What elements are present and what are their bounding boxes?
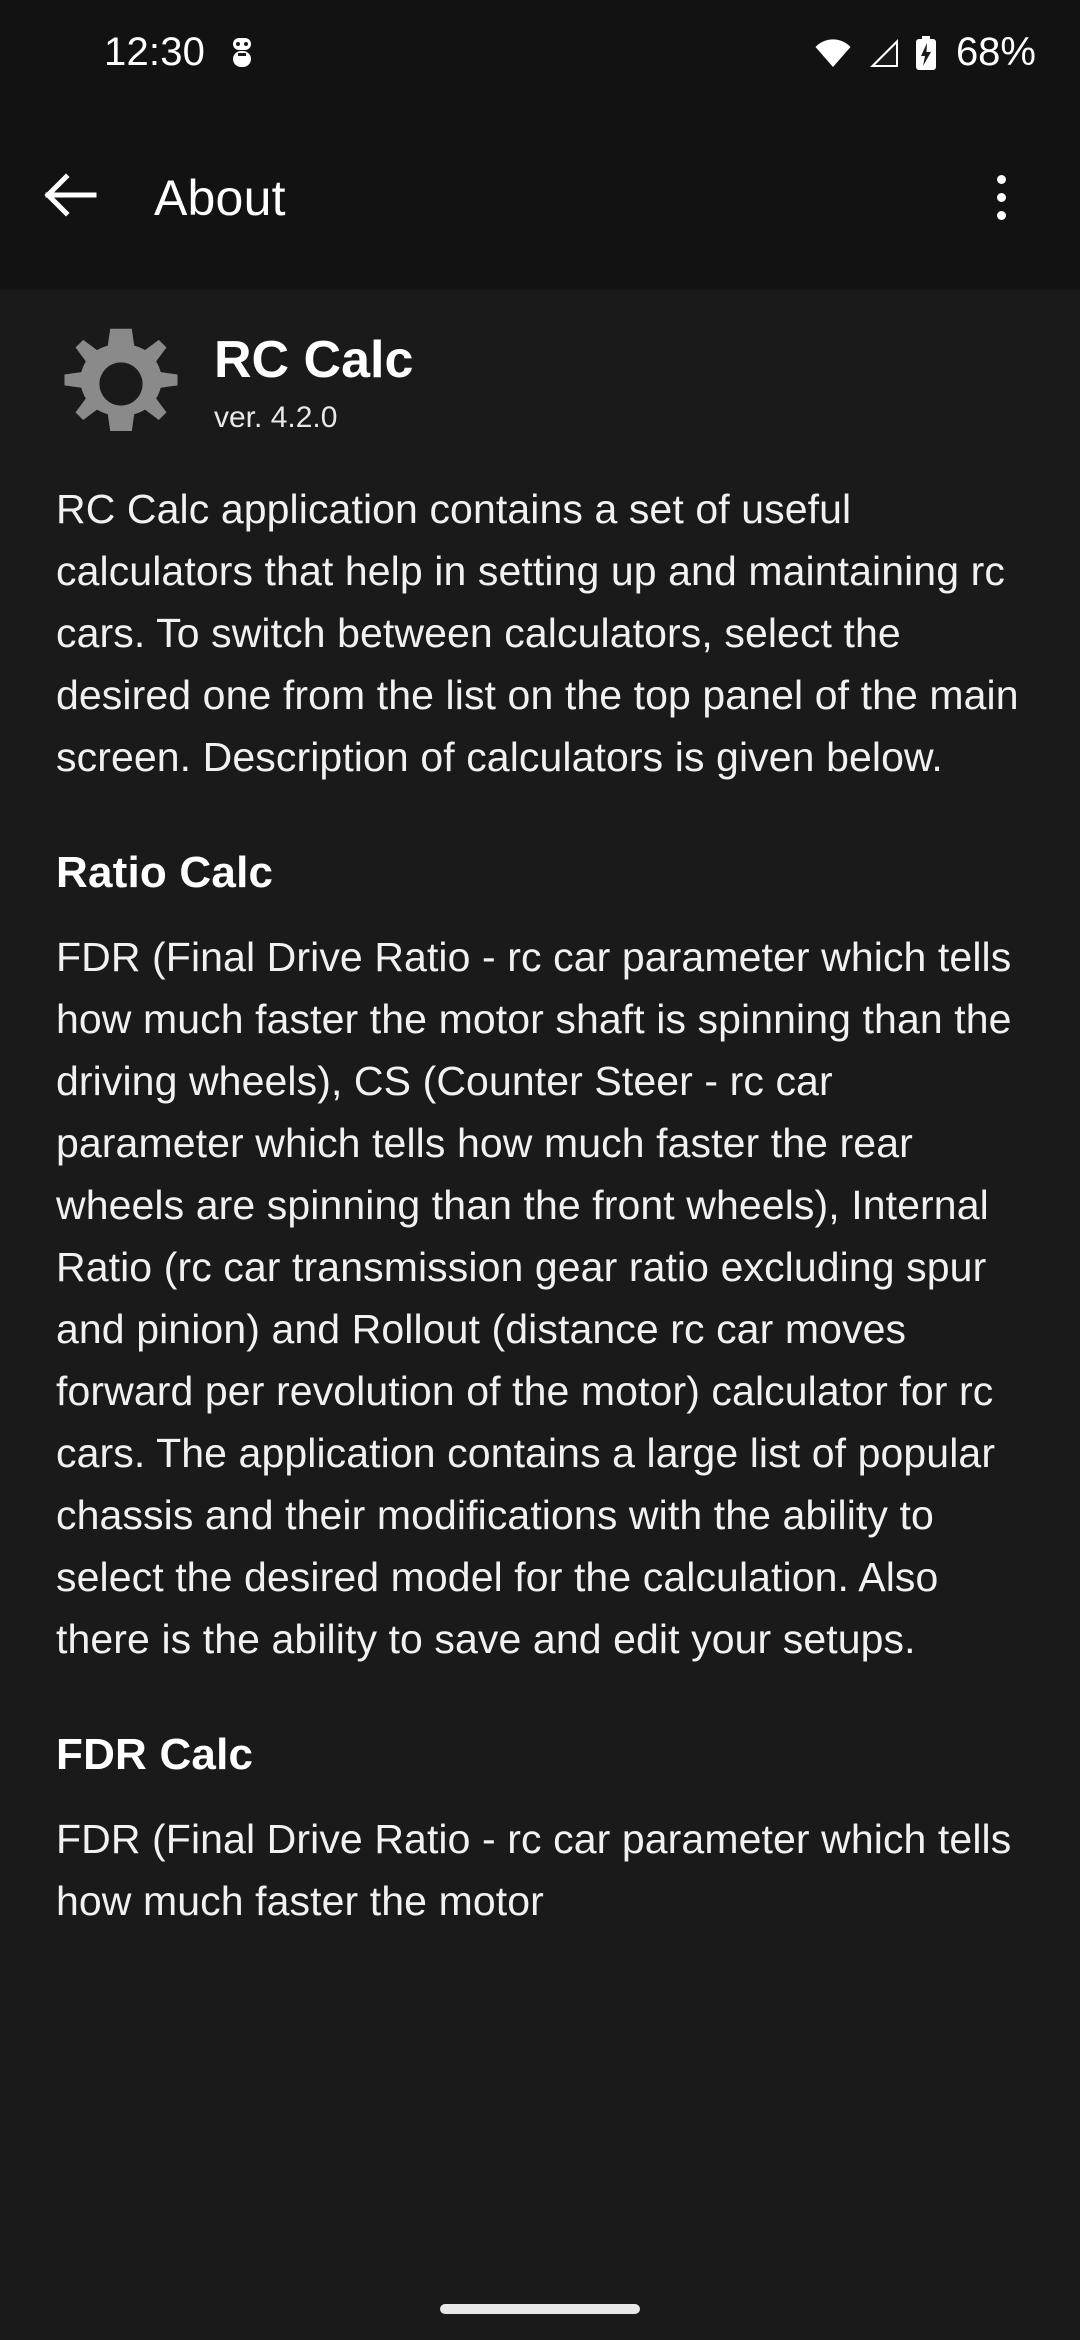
page-title: About [154,169,286,226]
bug-icon [227,36,257,70]
gear-icon [56,319,186,449]
section-heading-ratio-calc: Ratio Calc [56,848,274,897]
status-bar-left: 12:30 [0,30,257,75]
battery-charging-icon [914,35,938,70]
about-scroll-content[interactable]: RC Calc ver. 4.2.0 RC Calc application c… [0,290,1080,2340]
overflow-menu-button[interactable] [956,153,1046,243]
app-header: RC Calc ver. 4.2.0 [56,290,1024,440]
status-bar: 12:30 68% [0,0,1080,105]
status-clock: 12:30 [104,30,206,74]
app-toolbar: About [0,105,1080,290]
system-navigation-bar [0,2278,1080,2340]
home-gesture-pill[interactable] [440,2304,640,2314]
app-intro-paragraph: RC Calc application contains a set of us… [56,486,1019,780]
section-body-fdr-calc: FDR (Final Drive Ratio - rc car paramete… [56,1816,1012,1924]
app-version: ver. 4.2.0 [214,401,338,435]
section-heading-fdr-calc: FDR Calc [56,1730,254,1779]
app-name: RC Calc [214,330,414,389]
battery-percent-label: 68% [955,30,1036,74]
cellular-signal-icon [866,38,900,68]
overflow-menu-icon [996,175,1006,220]
status-bar-right: 68% [814,30,1036,75]
section-body-ratio-calc: FDR (Final Drive Ratio - rc car paramete… [56,934,1012,1662]
app-meta: RC Calc ver. 4.2.0 [214,333,413,436]
wifi-icon [814,38,852,68]
back-button[interactable] [24,150,120,246]
back-arrow-icon [44,171,100,224]
